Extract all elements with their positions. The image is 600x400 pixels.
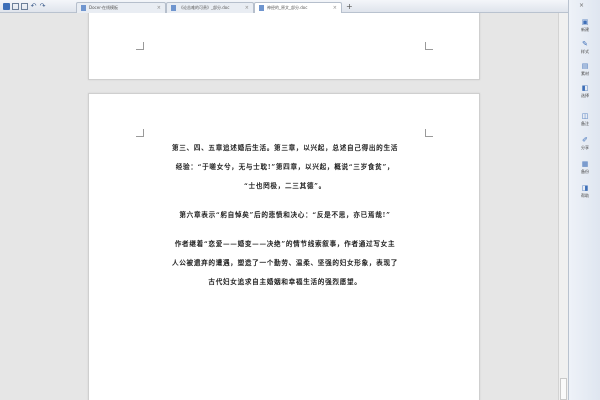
app-logo-icon[interactable] <box>3 2 10 10</box>
tab-label: 《论苦难的可贵》_部分.doc <box>179 4 230 10</box>
tab-label: Docer-在线模板 <box>89 4 119 10</box>
title-bar: ↶ ↷ Docer-在线模板 × 《论苦难的可贵》_部分.doc × 神经的_原… <box>0 0 600 13</box>
backup2-icon: ▦ <box>581 160 589 168</box>
clip-icon: ▤ <box>581 62 589 70</box>
print-icon[interactable] <box>21 2 28 10</box>
close-icon[interactable]: × <box>245 5 249 11</box>
margin-corner-mark <box>136 129 144 137</box>
new-icon: ▣ <box>581 18 589 26</box>
backup-icon: ◫ <box>581 112 589 120</box>
paragraph-3: 作者继着“恋爱——婚变——决绝”的情节线索叙事，作者通过写女主 人公被遗弃的遭遇… <box>171 240 399 286</box>
redo-icon[interactable]: ↷ <box>39 2 46 10</box>
close-icon[interactable]: × <box>333 5 337 11</box>
pane-item-select[interactable]: ◧ 选择 <box>569 84 600 99</box>
document-icon <box>171 4 176 11</box>
select-icon: ◧ <box>581 84 589 92</box>
document-page-previous[interactable] <box>88 13 480 80</box>
close-icon[interactable]: × <box>579 2 584 9</box>
vertical-scrollbar[interactable] <box>558 13 568 400</box>
pane-item-backup[interactable]: ▦ 备份 <box>569 160 600 175</box>
tab-document-3[interactable]: 神经的_原文_部分.doc × <box>254 1 342 13</box>
share-icon: ✐ <box>582 136 588 144</box>
undo-icon[interactable]: ↶ <box>30 2 37 10</box>
margin-corner-mark <box>425 42 433 50</box>
pane-item-style[interactable]: ✎ 样式 <box>569 40 600 55</box>
document-body[interactable]: 第三、四、五章追述婚后生活。第三章，以兴起，总述自己得出的生活 经验：“于嗟女兮… <box>139 139 431 292</box>
margin-corner-mark <box>425 129 433 137</box>
save-icon[interactable] <box>12 2 19 10</box>
margin-corner-mark <box>136 42 144 50</box>
tab-docer[interactable]: Docer-在线模板 × <box>76 1 166 13</box>
format-icon: ✎ <box>582 40 588 48</box>
task-pane: × ▣ 新建 ✎ 样式 ▤ 素材 ◧ 选择 ◫ 备注 ✐ 分享 ▦ 备份 ◨ 帮… <box>568 0 600 400</box>
new-tab-button[interactable]: + <box>346 1 353 12</box>
pane-item-share[interactable]: ✐ 分享 <box>569 136 600 151</box>
paragraph-2: 第六章表示“躬自悼矣”后的悲愤和决心：“反是不思，亦已焉哉!” <box>179 211 391 219</box>
document-icon <box>259 4 264 11</box>
close-icon[interactable]: × <box>157 5 161 11</box>
document-canvas[interactable]: 第三、四、五章追述婚后生活。第三章，以兴起，总述自己得出的生活 经验：“于嗟女兮… <box>0 13 558 400</box>
document-icon <box>81 4 86 11</box>
paragraph-1: 第三、四、五章追述婚后生活。第三章，以兴起，总述自己得出的生活 经验：“于嗟女兮… <box>171 144 399 190</box>
quick-access-toolbar: ↶ ↷ <box>0 0 46 13</box>
scrollbar-thumb[interactable] <box>560 378 567 400</box>
tab-document-2[interactable]: 《论苦难的可贵》_部分.doc × <box>166 1 254 13</box>
pane-item-help[interactable]: ◨ 帮助 <box>569 184 600 199</box>
tab-label: 神经的_原文_部分.doc <box>267 4 308 10</box>
pane-item-note[interactable]: ◫ 备注 <box>569 112 600 127</box>
pane-item-new[interactable]: ▣ 新建 <box>569 18 600 33</box>
pane-item-clip[interactable]: ▤ 素材 <box>569 62 600 77</box>
help-icon: ◨ <box>581 184 589 192</box>
document-page-current[interactable]: 第三、四、五章追述婚后生活。第三章，以兴起，总述自己得出的生活 经验：“于嗟女兮… <box>88 93 480 400</box>
